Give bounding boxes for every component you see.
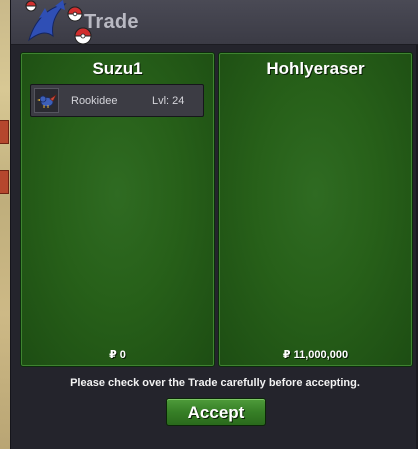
player-name: Hohlyeraser xyxy=(266,59,365,78)
trade-notice: Please check over the Trade carefully be… xyxy=(70,377,360,389)
house-roof xyxy=(0,120,9,144)
trade-panel-self: Suzu1 Rookidee Lvl: 24 ₽ 0 xyxy=(20,52,215,367)
house-roof xyxy=(0,170,9,194)
money-offer: ₽ 11,000,000 xyxy=(282,349,349,361)
money-offer: ₽ 0 xyxy=(109,349,126,361)
rookidee-icon xyxy=(34,88,59,113)
trade-panel-partner: Hohlyeraser ₽ 11,000,000 xyxy=(218,52,413,367)
pokemon-name: Rookidee xyxy=(71,95,118,107)
trade-item-slot[interactable]: Rookidee Lvl: 24 xyxy=(30,84,204,117)
trade-content: Suzu1 Rookidee Lvl: 24 ₽ 0 Hohlyeraser ₽… xyxy=(11,45,418,449)
pokemon-level: Lvl: 24 xyxy=(152,95,185,107)
accept-button[interactable]: Accept xyxy=(166,398,266,426)
player-name: Suzu1 xyxy=(92,59,143,78)
trade-window: Trade Suzu1 Rookidee Lvl: 24 ₽ 0 Hohlyer… xyxy=(10,0,418,449)
game-screen: Trade Suzu1 Rookidee Lvl: 24 ₽ 0 Hohlyer… xyxy=(0,0,418,449)
